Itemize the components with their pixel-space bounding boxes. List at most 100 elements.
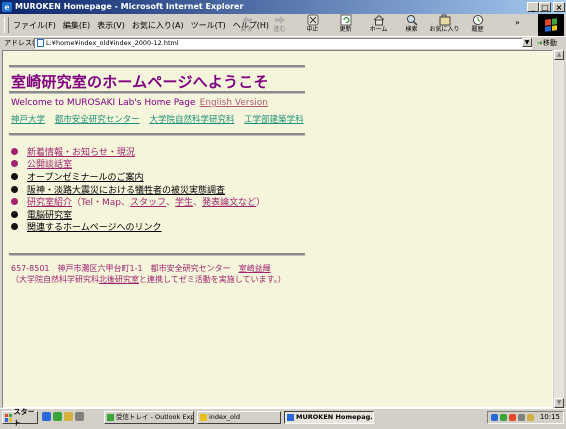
windows-flag-icon bbox=[5, 413, 12, 422]
task-outlook[interactable]: 受信トレイ - Outlook Expr... bbox=[104, 411, 194, 424]
quicklaunch-ie-icon[interactable] bbox=[42, 412, 51, 421]
task-muroken-label: MUROKEN Homepag... bbox=[296, 413, 374, 421]
go-button[interactable]: ➜移動 bbox=[537, 38, 557, 48]
close-button[interactable]: × bbox=[553, 2, 565, 12]
divider bbox=[9, 65, 305, 68]
minimize-button[interactable]: _ bbox=[527, 2, 539, 12]
menu-favorites[interactable]: お気に入り(A) bbox=[132, 20, 184, 31]
stop-button[interactable]: 中止 bbox=[296, 14, 329, 36]
page-title: 室崎研究室のホームページへようこそ bbox=[11, 73, 269, 91]
link-research-center[interactable]: 都市安全研究センター bbox=[55, 115, 140, 125]
menu-link[interactable]: スタッフ bbox=[130, 195, 166, 208]
forward-label: 進む bbox=[273, 26, 286, 33]
quicklaunch-desktop-icon[interactable] bbox=[64, 412, 73, 421]
bullet-icon bbox=[11, 160, 18, 168]
toolbar-more-chevron-icon[interactable]: » bbox=[515, 18, 520, 27]
english-version-link[interactable]: English Version bbox=[200, 98, 268, 108]
search-icon bbox=[405, 14, 419, 26]
tray-alert-icon[interactable] bbox=[509, 414, 516, 421]
bullet-icon bbox=[11, 147, 18, 155]
task-index-old[interactable]: index_old bbox=[197, 411, 281, 424]
scroll-up-icon[interactable]: ▲ bbox=[554, 50, 564, 60]
footer-line2-prefix: （大学院自然科学研究科 bbox=[11, 275, 99, 284]
footer-address-text: 657-8501 神戸市灘区六甲台町1-1 都市安全研究センター bbox=[11, 264, 239, 273]
maximize-button[interactable]: □ bbox=[539, 2, 551, 12]
menu-link[interactable]: 学生 bbox=[175, 195, 193, 208]
tray-app-icon[interactable] bbox=[500, 414, 507, 421]
menu-tools[interactable]: ツール(T) bbox=[191, 20, 226, 31]
bullet-icon bbox=[11, 223, 18, 231]
vertical-scrollbar[interactable]: ▲ ▼ bbox=[553, 50, 564, 408]
link-graduate-school[interactable]: 大学院自然科学研究科 bbox=[149, 115, 234, 125]
footer-line-2: （大学院自然科学研究科北後研究室と連携してゼミ活動を実施しています。） bbox=[11, 274, 286, 285]
task-muroken-homepage[interactable]: MUROKEN Homepag... bbox=[284, 411, 374, 424]
divider bbox=[9, 133, 305, 136]
link-architecture-dept[interactable]: 工学部建築学科 bbox=[244, 115, 304, 125]
menu-list-item: オープンゼミナールのご案内 bbox=[11, 170, 265, 183]
search-label: 検索 bbox=[405, 26, 418, 33]
menu-text: （Tel・Map、 bbox=[72, 198, 131, 209]
history-icon bbox=[471, 14, 485, 26]
footer-line2-suffix: と連携してゼミ活動を実施しています。） bbox=[139, 275, 286, 284]
menu-link[interactable]: 研究室紹介 bbox=[27, 195, 72, 208]
window-title-bar[interactable]: e MUROKEN Homepage - Microsoft Internet … bbox=[0, 0, 566, 14]
forward-button[interactable]: 進む bbox=[263, 14, 296, 36]
tray-network-icon[interactable] bbox=[491, 414, 498, 421]
folder-icon bbox=[200, 414, 207, 421]
bullet-icon bbox=[11, 198, 18, 206]
back-button[interactable]: 戻る bbox=[230, 14, 263, 36]
search-button[interactable]: 検索 bbox=[395, 14, 428, 36]
task-outlook-label: 受信トレイ - Outlook Expr... bbox=[116, 413, 194, 421]
tray-ime-icon[interactable] bbox=[527, 414, 534, 421]
address-bar: アドレス(D) L:¥home¥index_old¥index_2000-12.… bbox=[0, 36, 566, 49]
outlook-icon bbox=[107, 414, 114, 421]
footer-professor-link[interactable]: 室崎益輝 bbox=[239, 264, 271, 273]
menu-edit[interactable]: 編集(E) bbox=[63, 20, 90, 31]
quicklaunch-outlook-icon[interactable] bbox=[53, 412, 62, 421]
menu-link[interactable]: 阪神・淡路大震災における犠牲者の被災実態調査 bbox=[27, 183, 225, 196]
quicklaunch-app-icon[interactable] bbox=[75, 412, 84, 421]
address-input[interactable]: L:¥home¥index_old¥index_2000-12.html bbox=[34, 38, 532, 49]
page-content: 室崎研究室のホームページへようこそ Welcome to MUROSAKI La… bbox=[2, 50, 553, 408]
standard-toolbar: 戻る 進む 中止 更新 ホーム 検索 お気に入り 履歴 bbox=[230, 14, 528, 36]
footer-address: 657-8501 神戸市灘区六甲台町1-1 都市安全研究センター 室崎益輝 （大… bbox=[11, 263, 286, 285]
menu-text: 、 bbox=[166, 198, 176, 209]
menu-list-item: 新着情報・お知らせ・現況 bbox=[11, 145, 265, 158]
scroll-down-icon[interactable]: ▼ bbox=[554, 398, 564, 408]
home-button[interactable]: ホーム bbox=[362, 14, 395, 36]
menu-list-item: 関連するホームページへのリンク bbox=[11, 220, 265, 233]
favorites-label: お気に入り bbox=[429, 26, 460, 33]
history-button[interactable]: 履歴 bbox=[461, 14, 494, 36]
page-icon bbox=[37, 39, 44, 47]
start-button[interactable]: スタート bbox=[2, 408, 38, 427]
menu-link[interactable]: 新着情報・お知らせ・現況 bbox=[27, 145, 135, 158]
menu-link[interactable]: 電脳研究室 bbox=[27, 208, 72, 221]
clock: 10:15 bbox=[539, 413, 560, 421]
refresh-button[interactable]: 更新 bbox=[329, 14, 362, 36]
forward-arrow-icon bbox=[273, 14, 287, 26]
menu-list-item: 阪神・淡路大震災における犠牲者の被災実態調査 bbox=[11, 183, 265, 196]
footer-hokugo-lab-link[interactable]: 北後研究室 bbox=[99, 275, 139, 284]
back-arrow-icon bbox=[240, 14, 254, 26]
bullet-icon bbox=[11, 210, 18, 218]
menu-file[interactable]: ファイル(F) bbox=[13, 20, 56, 31]
menu-view[interactable]: 表示(V) bbox=[97, 20, 125, 31]
link-kobe-university[interactable]: 神戸大学 bbox=[11, 115, 45, 125]
back-label: 戻る bbox=[240, 26, 253, 33]
menu-grip[interactable] bbox=[4, 17, 9, 33]
menu-link[interactable]: 発表論文など bbox=[202, 195, 256, 208]
menu-text: 、 bbox=[193, 198, 203, 209]
footer-line-1: 657-8501 神戸市灘区六甲台町1-1 都市安全研究センター 室崎益輝 bbox=[11, 263, 286, 274]
favorites-button[interactable]: お気に入り bbox=[428, 14, 461, 36]
menu-link[interactable]: 関連するホームページへのリンク bbox=[27, 220, 162, 233]
address-dropdown-icon[interactable]: ▼ bbox=[522, 38, 532, 47]
welcome-label: Welcome to MUROSAKI Lab's Home Page bbox=[11, 98, 196, 108]
menu-link[interactable]: オープンゼミナールのご案内 bbox=[27, 170, 143, 183]
menu-link[interactable]: 公開談話室 bbox=[27, 157, 72, 170]
stop-icon bbox=[306, 14, 320, 26]
divider bbox=[9, 91, 305, 94]
menu-list-item: 電脳研究室 bbox=[11, 208, 265, 221]
favorites-icon bbox=[438, 14, 452, 26]
ie-icon: e bbox=[2, 2, 12, 12]
tray-volume-icon[interactable] bbox=[518, 414, 525, 421]
